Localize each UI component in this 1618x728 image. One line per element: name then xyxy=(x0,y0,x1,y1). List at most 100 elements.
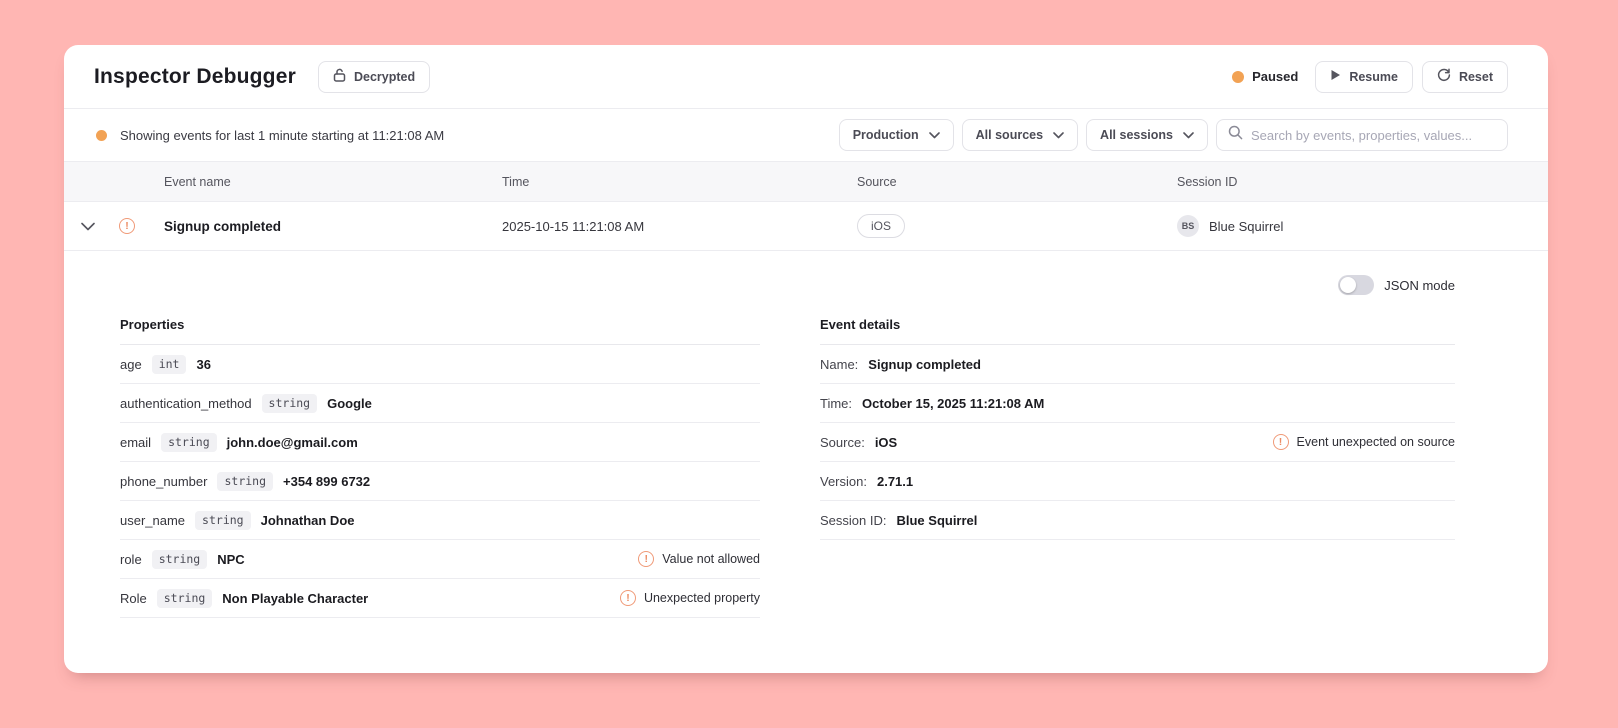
detail-row-version: Version: 2.71.1 xyxy=(820,462,1455,501)
property-key: Role xyxy=(120,590,147,606)
live-dot-icon xyxy=(96,129,107,141)
page-title: Inspector Debugger xyxy=(94,64,296,88)
environment-dropdown-label: Production xyxy=(852,128,919,142)
detail-label: Name: xyxy=(820,356,859,372)
status-label: Paused xyxy=(1252,69,1299,84)
type-badge: string xyxy=(151,549,208,569)
property-key: authentication_method xyxy=(120,395,252,411)
detail-label: Time: xyxy=(820,395,853,411)
type-badge: string xyxy=(261,393,318,413)
detail-value: Blue Squirrel xyxy=(896,512,978,528)
json-mode-row: JSON mode xyxy=(120,275,1455,295)
property-row-role-capitalized: Role string Non Playable Character Unexp… xyxy=(120,579,760,618)
type-badge: string xyxy=(195,510,251,530)
property-key: phone_number xyxy=(120,473,208,489)
header-actions: Paused Resume Reset xyxy=(1232,60,1508,93)
detail-row-source: Source: iOS Event unexpected on source xyxy=(820,423,1455,462)
session-name: Blue Squirrel xyxy=(1209,218,1284,234)
property-key: role xyxy=(120,551,142,567)
sources-dropdown[interactable]: All sources xyxy=(961,119,1079,151)
row-warning-icon xyxy=(119,218,135,234)
warning-text: Value not allowed xyxy=(662,552,760,566)
collapse-chevron-icon[interactable] xyxy=(81,222,95,231)
paused-dot-icon xyxy=(1232,70,1245,83)
source-cell: iOS xyxy=(857,214,1177,238)
search-input[interactable] xyxy=(1251,127,1496,143)
detail-label: Source: xyxy=(820,434,865,450)
property-warning: Unexpected property xyxy=(619,590,760,606)
property-row-user-name: user_name string Johnathan Doe xyxy=(120,501,760,540)
app-header: Inspector Debugger Decrypted Paused Resu… xyxy=(64,45,1548,109)
detail-label: Version: xyxy=(820,473,867,489)
event-details-section: Event details Name: Signup completed Tim… xyxy=(820,317,1455,540)
decrypted-button[interactable]: Decrypted xyxy=(317,60,431,93)
property-value: john.doe@gmail.com xyxy=(226,434,358,450)
search-icon xyxy=(1228,125,1243,145)
table-header: Event name Time Source Session ID xyxy=(64,162,1548,202)
filter-bar: Showing events for last 1 minute startin… xyxy=(64,109,1548,162)
sources-dropdown-label: All sources xyxy=(975,128,1044,142)
warning-icon xyxy=(1272,434,1289,450)
property-warning: Value not allowed xyxy=(638,551,760,567)
column-time: Time xyxy=(502,174,530,189)
reset-label: Reset xyxy=(1458,69,1493,84)
property-key: age xyxy=(120,356,142,372)
warning-text: Unexpected property xyxy=(643,591,760,605)
type-badge: string xyxy=(161,432,217,452)
property-value: +354 899 6732 xyxy=(283,473,371,489)
session-cell: BS Blue Squirrel xyxy=(1177,215,1548,237)
properties-panel: Properties age int 36 authentication_met… xyxy=(120,317,760,618)
detail-panels: Properties age int 36 authentication_met… xyxy=(120,317,1455,618)
reset-button[interactable]: Reset xyxy=(1421,60,1508,93)
detail-warning: Event unexpected on source xyxy=(1272,434,1455,450)
detail-value: 2.71.1 xyxy=(876,473,914,489)
property-value: Non Playable Character xyxy=(222,590,369,606)
sessions-dropdown[interactable]: All sessions xyxy=(1086,119,1208,151)
status-badge: Paused xyxy=(1232,69,1298,84)
toggle-knob xyxy=(1340,277,1357,293)
column-event-name: Event name xyxy=(164,174,231,189)
search-box xyxy=(1216,119,1508,151)
property-value: NPC xyxy=(217,551,245,567)
time-cell: 2025-10-15 11:21:08 AM xyxy=(502,218,645,234)
property-value: Johnathan Doe xyxy=(260,512,355,528)
detail-value: Signup completed xyxy=(868,356,981,372)
refresh-icon xyxy=(1437,68,1451,85)
property-row-phone-number: phone_number string +354 899 6732 xyxy=(120,462,760,501)
detail-row-name: Name: Signup completed xyxy=(820,345,1455,384)
json-mode-label: JSON mode xyxy=(1384,277,1455,293)
filter-controls: Production All sources All sessions xyxy=(838,119,1508,151)
column-source: Source xyxy=(857,174,897,189)
unlock-icon xyxy=(333,68,346,85)
property-key: email xyxy=(120,434,152,450)
properties-heading: Properties xyxy=(120,317,760,345)
detail-value: iOS xyxy=(874,434,898,450)
property-row-authentication-method: authentication_method string Google xyxy=(120,384,760,423)
column-session-id: Session ID xyxy=(1177,174,1238,189)
resume-label: Resume xyxy=(1349,69,1398,84)
table-row[interactable]: Signup completed 2025-10-15 11:21:08 AM … xyxy=(64,202,1548,251)
detail-label: Session ID: xyxy=(820,512,887,528)
resume-button[interactable]: Resume xyxy=(1315,60,1413,93)
session-avatar: BS xyxy=(1177,215,1199,237)
inspector-card: Inspector Debugger Decrypted Paused Resu… xyxy=(64,45,1548,673)
property-value: Google xyxy=(327,395,372,411)
json-mode-toggle[interactable] xyxy=(1338,275,1375,295)
type-badge: string xyxy=(156,588,213,608)
warning-text: Event unexpected on source xyxy=(1296,435,1455,449)
source-badge: iOS xyxy=(857,214,906,238)
type-badge: string xyxy=(217,471,274,491)
sessions-dropdown-label: All sessions xyxy=(1100,128,1173,142)
environment-dropdown[interactable]: Production xyxy=(838,119,954,151)
type-badge: int xyxy=(151,354,187,374)
event-details-heading: Event details xyxy=(820,317,1455,345)
detail-row-time: Time: October 15, 2025 11:21:08 AM xyxy=(820,384,1455,423)
row-controls xyxy=(64,218,164,234)
warning-icon xyxy=(638,551,655,567)
property-row-role: role string NPC Value not allowed xyxy=(120,540,760,579)
chevron-down-icon xyxy=(1183,128,1194,142)
event-name-cell: Signup completed xyxy=(164,218,282,234)
detail-row-session-id: Session ID: Blue Squirrel xyxy=(820,501,1455,540)
chevron-down-icon xyxy=(928,128,940,142)
detail-value: October 15, 2025 11:21:08 AM xyxy=(862,395,1045,411)
